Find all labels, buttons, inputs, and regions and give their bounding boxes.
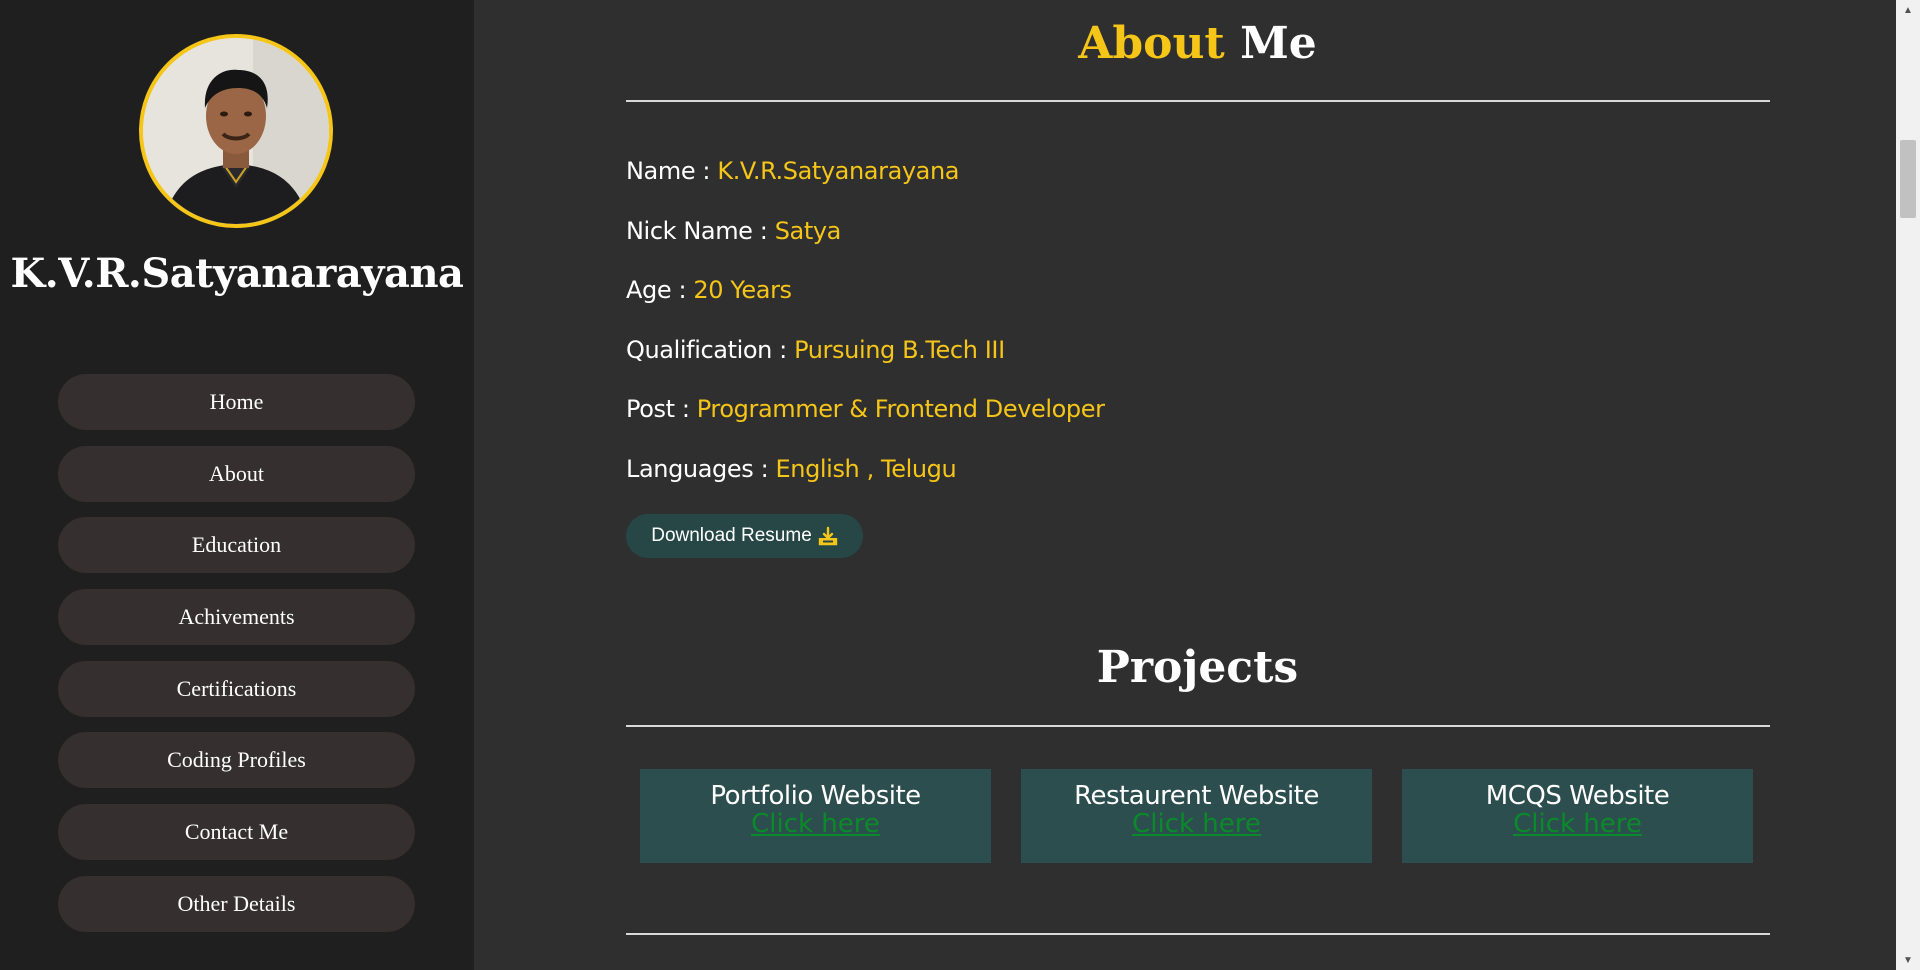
info-name-value: K.V.R.Satyanarayana — [717, 157, 960, 185]
project-title: Restaurent Website — [1074, 781, 1319, 811]
project-card: Restaurent Website Click here — [1021, 769, 1372, 863]
page-scrollbar[interactable]: ▲ ▼ — [1896, 0, 1920, 970]
owner-name: K.V.R.Satyanarayana — [10, 250, 464, 297]
nav-item-other-details[interactable]: Other Details — [58, 875, 415, 932]
projects-title: Projects — [1096, 642, 1299, 693]
info-nick-name-value: Satya — [774, 217, 842, 245]
project-link[interactable]: Click here — [1402, 809, 1753, 839]
project-link[interactable]: Click here — [1021, 809, 1372, 839]
projects-list: Portfolio Website Click here Restaurent … — [640, 769, 1753, 863]
nav-item-certifications[interactable]: Certifications — [58, 660, 415, 717]
bottom-divider — [626, 933, 1770, 935]
nav-item-achivements[interactable]: Achivements — [58, 589, 415, 646]
info-languages: Languages : English , Telugu — [626, 455, 957, 483]
info-post-value: Programmer & Frontend Developer — [696, 395, 1105, 423]
about-divider — [626, 100, 1770, 102]
download-resume-label: Download Resume — [651, 525, 812, 546]
projects-divider — [626, 725, 1770, 727]
sidebar: K.V.R.Satyanarayana Home About Education… — [0, 0, 474, 970]
download-resume-button[interactable]: Download Resume — [626, 514, 863, 558]
project-card: MCQS Website Click here — [1402, 769, 1753, 863]
project-card: Portfolio Website Click here — [640, 769, 991, 863]
main-content: About Me Name : K.V.R.Satyanarayana Nick… — [474, 0, 1896, 970]
about-title-rest: Me — [1240, 18, 1317, 69]
info-qualification-label: Qualification : — [626, 336, 787, 364]
nav-item-home[interactable]: Home — [58, 374, 415, 430]
nav-item-education[interactable]: Education — [58, 517, 415, 574]
sidebar-nav: Home About Education Achivements Certifi… — [58, 374, 415, 948]
project-title: MCQS Website — [1485, 781, 1670, 811]
info-age: Age : 20 Years — [626, 276, 792, 304]
scroll-up-arrow-icon[interactable]: ▲ — [1896, 0, 1920, 20]
info-languages-label: Languages : — [626, 455, 769, 483]
info-name-label: Name : — [626, 157, 711, 185]
nav-item-contact-me[interactable]: Contact Me — [58, 804, 415, 861]
info-age-value: 20 Years — [693, 276, 792, 304]
project-link[interactable]: Click here — [640, 809, 991, 839]
info-nick-name: Nick Name : Satya — [626, 217, 841, 245]
nav-item-coding-profiles[interactable]: Coding Profiles — [58, 732, 415, 789]
info-qualification: Qualification : Pursuing B.Tech III — [626, 336, 1005, 364]
download-icon — [818, 526, 838, 546]
info-nick-name-label: Nick Name : — [626, 217, 768, 245]
scrollbar-thumb[interactable] — [1900, 140, 1916, 218]
about-title: About Me — [474, 18, 1920, 69]
info-name: Name : K.V.R.Satyanarayana — [626, 157, 960, 185]
info-post-label: Post : — [626, 395, 690, 423]
profile-avatar — [139, 34, 333, 228]
info-age-label: Age : — [626, 276, 687, 304]
scroll-down-arrow-icon[interactable]: ▼ — [1896, 950, 1920, 970]
about-title-accent: About — [1078, 18, 1225, 69]
info-post: Post : Programmer & Frontend Developer — [626, 395, 1105, 423]
nav-item-about[interactable]: About — [58, 445, 415, 502]
info-languages-value: English , Telugu — [775, 455, 957, 483]
info-qualification-value: Pursuing B.Tech III — [794, 336, 1005, 364]
project-title: Portfolio Website — [710, 781, 921, 811]
